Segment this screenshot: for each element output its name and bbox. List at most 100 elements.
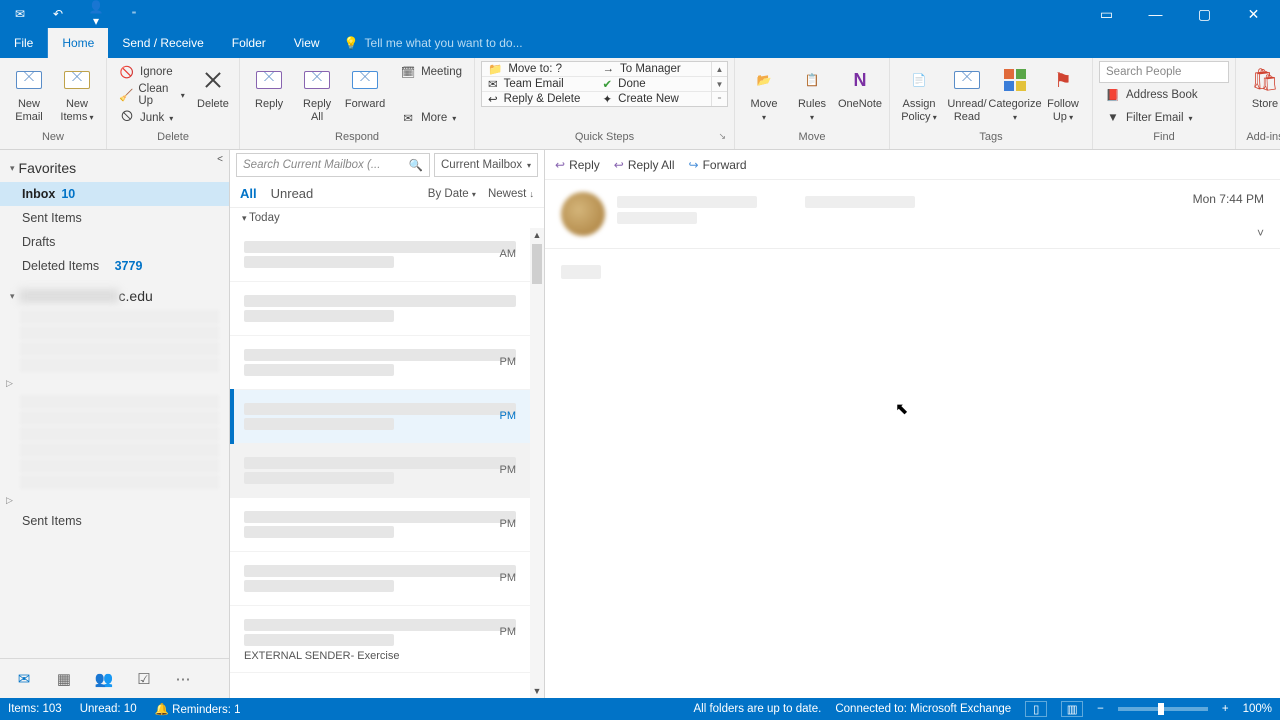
qat-customize-icon[interactable]: 👤▾: [86, 0, 106, 28]
collapse-navpane-button[interactable]: <: [217, 154, 223, 165]
zoom-slider[interactable]: [1118, 707, 1208, 711]
nav-folder-redacted[interactable]: [20, 427, 219, 441]
nav-folder-redacted[interactable]: [20, 475, 219, 489]
zoom-thumb[interactable]: [1158, 703, 1164, 715]
expand-icon[interactable]: ▷: [0, 491, 229, 510]
cleanup-button[interactable]: 🧹Clean Up▾: [113, 84, 191, 106]
message-item[interactable]: PM: [230, 552, 530, 606]
nav-folder-redacted[interactable]: [20, 326, 219, 340]
sort-newest[interactable]: Newest ↓: [488, 188, 534, 200]
expand-icon[interactable]: ▷: [0, 374, 229, 393]
close-button[interactable]: ✕: [1231, 0, 1276, 28]
filter-email-button[interactable]: ▼Filter Email▾: [1099, 107, 1229, 129]
qs-move-to[interactable]: 📁Move to: ?: [482, 62, 597, 77]
qs-create-new[interactable]: ✦Create New: [597, 92, 712, 106]
scroll-down-icon[interactable]: ▼: [533, 684, 542, 698]
sort-by-date[interactable]: By Date ▾: [428, 188, 476, 200]
move-button[interactable]: 📂Move▾: [741, 61, 787, 126]
nav-folder-redacted[interactable]: [20, 342, 219, 356]
view-normal-button[interactable]: ▯: [1025, 701, 1047, 717]
qs-done[interactable]: ✔Done: [597, 77, 712, 92]
people-view-icon[interactable]: 👥: [94, 670, 114, 688]
message-item[interactable]: [230, 282, 530, 336]
scroll-thumb[interactable]: [532, 244, 542, 284]
message-item[interactable]: AM: [230, 228, 530, 282]
message-item[interactable]: PM: [230, 498, 530, 552]
scroll-up-icon[interactable]: ▲: [533, 228, 542, 242]
qs-dialog-launcher-icon[interactable]: ↘: [718, 131, 726, 142]
favorites-header[interactable]: Favorites: [0, 154, 229, 182]
forward-button[interactable]: Forward: [342, 61, 388, 114]
qs-scroll-up[interactable]: ▲: [712, 62, 727, 77]
minimize-button[interactable]: —: [1133, 0, 1178, 28]
nav-folder-redacted[interactable]: [20, 310, 219, 324]
qs-to-manager[interactable]: →To Manager: [597, 62, 712, 77]
tasks-view-icon[interactable]: ☑: [134, 670, 154, 688]
nav-sent-items[interactable]: Sent Items: [0, 206, 229, 230]
search-people-input[interactable]: Search People: [1099, 61, 1229, 83]
reply-all-button[interactable]: Reply All: [294, 61, 340, 126]
reading-reply-button[interactable]: ↩Reply: [555, 158, 600, 172]
rules-button[interactable]: 📋Rules▾: [789, 61, 835, 126]
search-icon[interactable]: 🔍: [409, 158, 423, 172]
undo-icon[interactable]: ↶: [48, 7, 68, 21]
qs-reply-delete[interactable]: ↩Reply & Delete: [482, 92, 597, 106]
maximize-button[interactable]: ▢: [1182, 0, 1227, 28]
onenote-button[interactable]: NOneNote: [837, 61, 883, 114]
tab-folder[interactable]: Folder: [218, 28, 280, 58]
nav-folder-redacted[interactable]: [20, 411, 219, 425]
tell-me-search[interactable]: 💡 Tell me what you want to do...: [344, 28, 523, 58]
message-list-scrollbar[interactable]: ▲ ▼: [530, 228, 544, 698]
search-scope-dropdown[interactable]: Current Mailbox▾: [434, 153, 538, 177]
date-group-today[interactable]: Today: [230, 208, 544, 228]
search-mailbox-input[interactable]: Search Current Mailbox (...🔍: [236, 153, 430, 177]
account-header[interactable]: c.edu: [0, 278, 229, 308]
qat-dropdown-icon[interactable]: ⁼: [124, 9, 144, 20]
nav-inbox[interactable]: Inbox10: [0, 182, 229, 206]
nav-folder-redacted[interactable]: [20, 443, 219, 457]
message-item[interactable]: PM: [230, 444, 530, 498]
new-items-button[interactable]: New Items ▾: [54, 61, 100, 126]
nav-folder-redacted[interactable]: [20, 459, 219, 473]
nav-folder-redacted[interactable]: [20, 395, 219, 409]
reply-button[interactable]: Reply: [246, 61, 292, 114]
store-button[interactable]: 🛍Store: [1242, 61, 1280, 114]
nav-drafts[interactable]: Drafts: [0, 230, 229, 254]
status-reminders[interactable]: 🔔 Reminders: 1: [155, 702, 241, 716]
zoom-in-button[interactable]: +: [1222, 703, 1229, 715]
nav-deleted-items[interactable]: Deleted Items 3779: [0, 254, 229, 278]
tab-view[interactable]: View: [280, 28, 334, 58]
tab-home[interactable]: Home: [48, 28, 108, 58]
calendar-view-icon[interactable]: ▦: [54, 670, 74, 688]
new-email-button[interactable]: New Email: [6, 61, 52, 126]
filter-all[interactable]: All: [240, 186, 257, 201]
zoom-out-button[interactable]: −: [1097, 703, 1104, 715]
delete-button[interactable]: Delete: [193, 61, 233, 114]
reading-forward-button[interactable]: ↪Forward: [689, 158, 747, 172]
more-views-icon[interactable]: ⋯: [174, 670, 194, 688]
qs-team-email[interactable]: ✉Team Email: [482, 77, 597, 92]
qs-scroll-down[interactable]: ▼: [712, 77, 727, 92]
filter-unread[interactable]: Unread: [271, 186, 314, 201]
unread-read-button[interactable]: Unread/ Read: [944, 61, 990, 126]
ribbon-display-options[interactable]: ▭: [1084, 0, 1129, 28]
tab-file[interactable]: File: [0, 28, 48, 58]
nav-folder-redacted[interactable]: [20, 358, 219, 372]
follow-up-button[interactable]: ⚑Follow Up ▾: [1040, 61, 1086, 126]
message-item[interactable]: PMEXTERNAL SENDER- Exercise: [230, 606, 530, 673]
junk-button[interactable]: 🛇Junk▾: [113, 107, 191, 129]
view-reading-button[interactable]: ▥: [1061, 701, 1083, 717]
nav-overflow-item[interactable]: Sent Items: [0, 510, 229, 532]
address-book-button[interactable]: 📕Address Book: [1099, 84, 1229, 106]
qs-expand[interactable]: ⁼: [712, 92, 727, 106]
more-respond-button[interactable]: ✉More▾: [394, 107, 468, 129]
meeting-button[interactable]: 🗓Meeting: [394, 61, 468, 83]
categorize-button[interactable]: Categorize▾: [992, 61, 1038, 126]
message-item[interactable]: PM: [230, 390, 530, 444]
mail-view-icon[interactable]: ✉: [14, 670, 34, 688]
expand-header-button[interactable]: ˅: [1257, 226, 1264, 240]
ignore-button[interactable]: 🚫Ignore: [113, 61, 191, 83]
message-item[interactable]: PM: [230, 336, 530, 390]
tab-send-receive[interactable]: Send / Receive: [108, 28, 217, 58]
assign-policy-button[interactable]: 📄Assign Policy ▾: [896, 61, 942, 126]
